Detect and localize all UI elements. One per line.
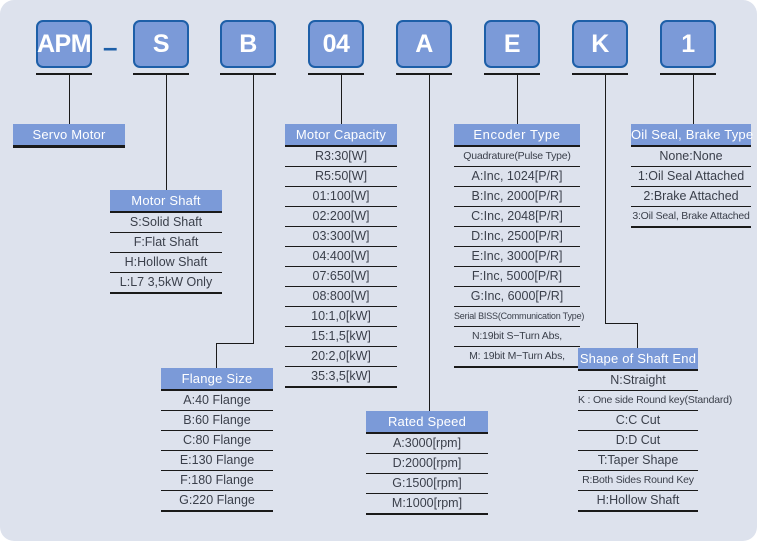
legend-row: K : One side Round key(Standard) [578,391,732,411]
code-box-oil-seal[interactable]: 1 [660,20,716,68]
legend-row: E:Inc, 3000[P/R] [454,247,580,267]
legend-row: S:Solid Shaft [110,213,222,233]
legend-row: D:2000[rpm] [366,454,488,474]
legend-row: 2:Brake Attached [631,187,751,207]
underbar-shaft-end [572,73,628,75]
legend-row: 08:800[W] [285,287,397,307]
series-dash-separator: – [103,32,118,62]
legend-row: N:19bit S−Turn Abs, [454,327,580,347]
code-box-series[interactable]: APM [36,20,92,68]
connector-flange-size-drop [253,73,254,343]
legend-row: 02:200[W] [285,207,397,227]
legend-row: 20:2,0[kW] [285,347,397,367]
connector-shaft-end-drop [605,73,606,323]
legend-row: R:Both Sides Round Key [578,471,698,491]
legend-row: 15:1,5[kW] [285,327,397,347]
legend-encoder-type: Encoder Type Quadrature(Pulse Type) A:In… [454,124,584,368]
legend-row: M: 19bit M−Turn Abs, [454,347,580,368]
legend-row: F:Flat Shaft [110,233,222,253]
legend-row: C:Inc, 2048[P/R] [454,207,580,227]
legend-title-oil-seal: Oil Seal, Brake Type [631,124,753,147]
legend-row: Serial BISS(Communication Type) [454,307,584,327]
code-box-motor-shaft[interactable]: S [133,20,189,68]
legend-row: 07:650[W] [285,267,397,287]
connector-oil-seal [693,73,694,125]
legend-row: D:D Cut [578,431,698,451]
legend-row: A:Inc, 1024[P/R] [454,167,580,187]
legend-title-motor-capacity: Motor Capacity [285,124,397,147]
legend-row: 03:300[W] [285,227,397,247]
legend-oil-seal: Oil Seal, Brake Type None:None 1:Oil Sea… [631,124,753,228]
underbar-motor-shaft [133,73,189,75]
legend-row: C:80 Flange [161,431,273,451]
model-designation-diagram: APM – S B 04 A E K 1 Servo Motor Motor S… [0,0,757,541]
legend-row: L:L7 3,5kW Only [110,273,222,294]
connector-motor-shaft [166,73,167,190]
underbar-series [36,73,92,75]
legend-row: A:40 Flange [161,391,273,411]
legend-row: Quadrature(Pulse Type) [454,147,580,167]
legend-row: H:Hollow Shaft [578,491,698,512]
legend-rated-speed: Rated Speed A:3000[rpm] D:2000[rpm] G:15… [366,411,488,515]
legend-row: B:60 Flange [161,411,273,431]
legend-row: E:130 Flange [161,451,273,471]
legend-shaft-end: Shape of Shaft End N:Straight K : One si… [578,348,732,512]
code-box-motor-capacity[interactable]: 04 [308,20,364,68]
underbar-rated-speed [396,73,452,75]
legend-row: A:3000[rpm] [366,434,488,454]
legend-row: F:Inc, 5000[P/R] [454,267,580,287]
legend-row: F:180 Flange [161,471,273,491]
legend-title-servo-motor: Servo Motor [13,124,125,148]
legend-row: 3:Oil Seal, Brake Attached [631,207,751,228]
underbar-motor-capacity [308,73,364,75]
legend-flange-size: Flange Size A:40 Flange B:60 Flange C:80… [161,368,273,512]
legend-title-motor-shaft: Motor Shaft [110,190,222,213]
legend-row: None:None [631,147,751,167]
connector-flange-size-jog [216,343,254,344]
legend-servo-motor: Servo Motor [13,124,125,148]
legend-row: R5:50[W] [285,167,397,187]
code-box-shaft-end[interactable]: K [572,20,628,68]
legend-row: M:1000[rpm] [366,494,488,515]
legend-row: G:Inc, 6000[P/R] [454,287,580,307]
connector-flange-size-enter [216,343,217,368]
legend-title-flange-size: Flange Size [161,368,273,391]
code-box-rated-speed[interactable]: A [396,20,452,68]
connector-encoder-type [517,73,518,125]
legend-row: 04:400[W] [285,247,397,267]
connector-rated-speed [429,73,430,412]
legend-row: H:Hollow Shaft [110,253,222,273]
legend-motor-capacity: Motor Capacity R3:30[W] R5:50[W] 01:100[… [285,124,397,388]
legend-title-shaft-end: Shape of Shaft End [578,348,698,371]
legend-row: G:1500[rpm] [366,474,488,494]
legend-row: 10:1,0[kW] [285,307,397,327]
legend-row: N:Straight [578,371,698,391]
legend-title-rated-speed: Rated Speed [366,411,488,434]
underbar-oil-seal [660,73,716,75]
legend-row: R3:30[W] [285,147,397,167]
connector-shaft-end-jog [605,323,638,324]
code-box-encoder-type[interactable]: E [484,20,540,68]
connector-motor-capacity [341,73,342,125]
legend-row: T:Taper Shape [578,451,698,471]
legend-row: B:Inc, 2000[P/R] [454,187,580,207]
connector-shaft-end-enter [637,323,638,348]
legend-row: 01:100[W] [285,187,397,207]
code-box-flange-size[interactable]: B [220,20,276,68]
underbar-encoder-type [484,73,540,75]
underbar-flange-size [220,73,276,75]
legend-row: D:Inc, 2500[P/R] [454,227,580,247]
legend-row: G:220 Flange [161,491,273,512]
legend-motor-shaft: Motor Shaft S:Solid Shaft F:Flat Shaft H… [110,190,222,294]
legend-row: 1:Oil Seal Attached [631,167,751,187]
legend-row: 35:3,5[kW] [285,367,397,388]
legend-title-encoder-type: Encoder Type [454,124,580,147]
legend-row: C:C Cut [578,411,698,431]
connector-series [69,73,70,125]
